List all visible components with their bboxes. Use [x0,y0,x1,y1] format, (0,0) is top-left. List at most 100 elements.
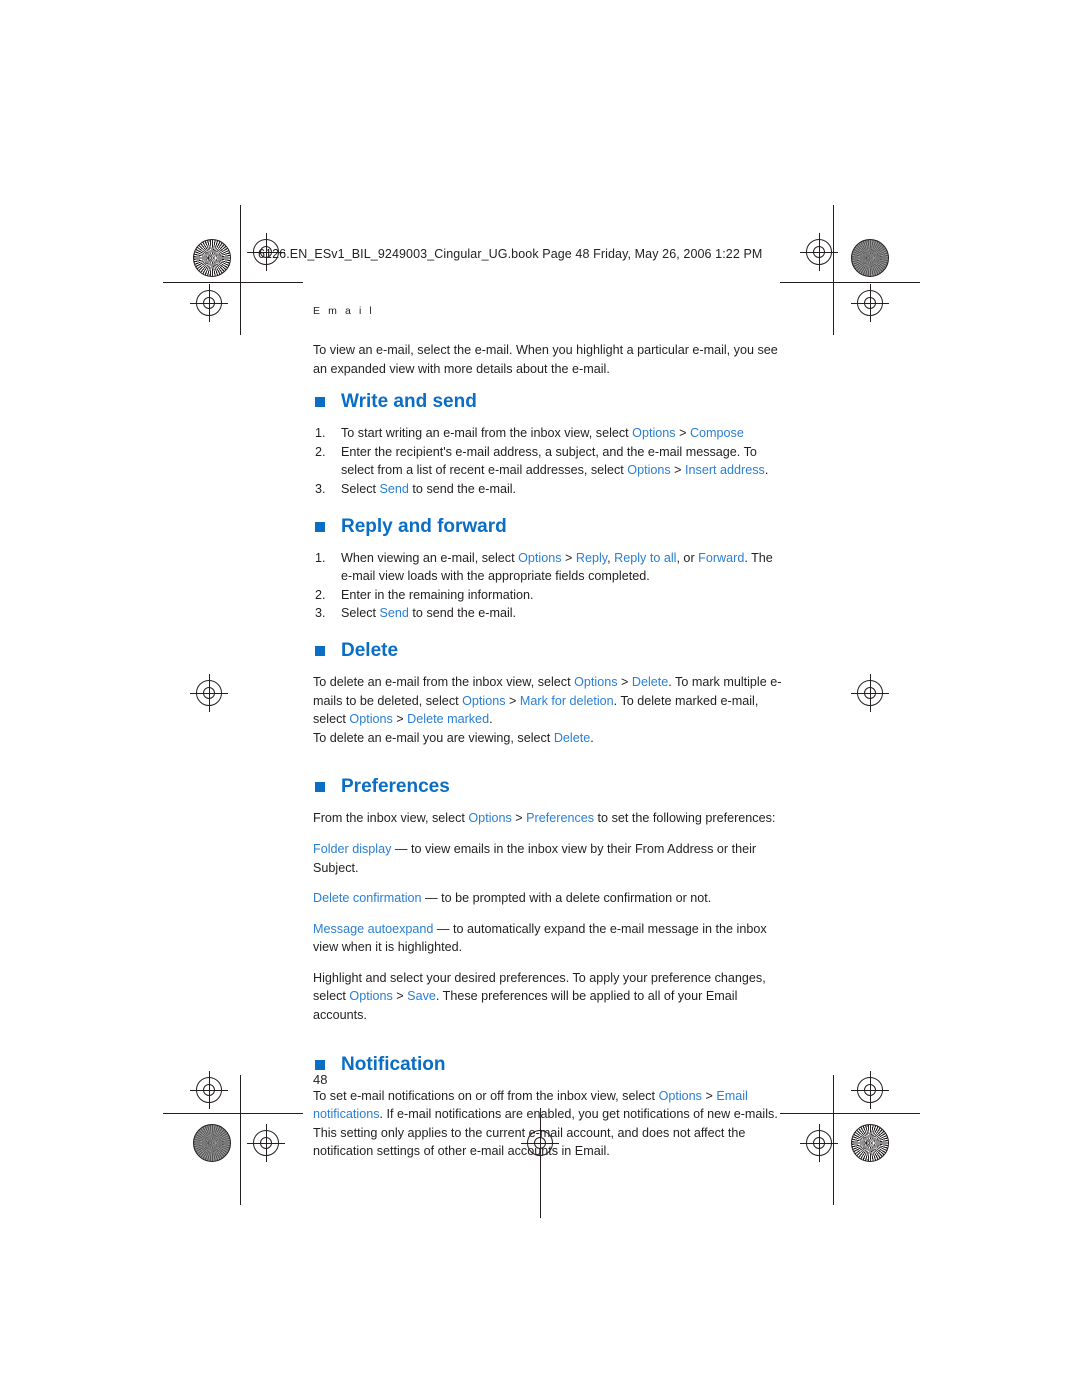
steps-reply-and-forward: 1. When viewing an e-mail, select Options… [313,549,783,623]
body-paragraph: Highlight and select your desired prefer… [313,969,783,1025]
square-bullet-icon [315,782,325,793]
starburst-mark-top-right [851,239,889,277]
body-text: > [392,712,408,727]
body-text: > [511,811,527,826]
body-paragraph: To delete an e-mail from the inbox view,… [313,673,783,729]
ui-term: Options [349,989,393,1004]
body-text: Select [341,606,380,621]
ui-term: Delete [631,674,669,689]
registration-mark-bottom-center-left [247,1124,285,1162]
list-item: 1. To start writing an e-mail from the in… [313,424,783,443]
body-text: To delete an e-mail you are viewing, sel… [313,730,554,745]
crop-line-bottom-horizontal-right [780,1113,920,1114]
registration-mark-right-upper [851,284,889,322]
square-bullet-icon [315,521,325,532]
body-text: — to be prompted with a delete confirmat… [421,891,712,906]
ui-term: Delete confirmation [313,891,422,906]
heading-preferences: Preferences [313,775,783,799]
ui-term: Options [518,550,562,565]
body-text: , or [676,550,699,565]
step-text: Select Send to send the e-mail. [341,606,516,620]
starburst-mark-top-left [193,239,231,277]
crop-line-left-vertical-bottom [240,1075,241,1205]
square-bullet-icon [315,1059,325,1070]
body-text: Enter in the remaining information. [341,587,534,602]
ui-term: Message autoexpand [313,921,434,936]
step-text: When viewing an e-mail, select Options >… [341,551,773,584]
ui-term: Options [574,674,618,689]
crop-line-top-horizontal-right [780,282,920,283]
section-write-and-send: Write and send 1. To start writing an e-m… [313,390,783,498]
registration-mark-right-middle [851,674,889,712]
body-text: > [670,463,686,478]
body-text: > [675,426,690,441]
body-paragraph: To set e-mail notifications on or off fr… [313,1087,783,1161]
step-text: Enter in the remaining information. [341,588,534,602]
body-paragraph: From the inbox view, select Options > Pr… [313,809,783,828]
ui-term: Save [407,989,436,1004]
section-notification: Notification To set e-mail notifications… [313,1053,783,1161]
ui-term: Preferences [526,811,595,826]
starburst-mark-bottom-right [851,1124,889,1162]
body-text: to send the e-mail. [408,481,517,496]
ui-term: Options [632,426,676,441]
intro-paragraph: To view an e-mail, select the e-mail. Wh… [313,343,778,376]
ui-term: Options [627,463,671,478]
list-item: 3. Select Send to send the e-mail. [313,480,783,499]
square-bullet-icon [315,397,325,408]
crop-line-right-vertical-top [833,205,834,335]
body-text: > [505,693,520,708]
book-header-line: 6126.EN_ESv1_BIL_9249003_Cingular_UG.boo… [258,247,763,261]
heading-text: Delete [341,639,399,661]
body-text: . [489,712,493,727]
heading-text: Write and send [341,391,477,413]
ui-term: Insert address [685,463,765,478]
heading-text: Preferences [341,776,450,798]
step-number: 1. [315,550,326,565]
list-item: 2. Enter in the remaining information. [313,586,783,605]
list-item: 2. Enter the recipient's e-mail address, … [313,443,783,480]
heading-notification: Notification [313,1053,783,1077]
square-bullet-icon [315,645,325,656]
ui-term: Options [658,1088,702,1103]
ui-term: Mark for deletion [519,693,614,708]
body-text: > [561,550,576,565]
body-text: To set e-mail notifications on or off fr… [313,1088,659,1103]
registration-mark-left-middle [190,674,228,712]
heading-write-and-send: Write and send [313,390,783,414]
section-delete: Delete To delete an e-mail from the inbo… [313,639,783,747]
step-text: Enter the recipient's e-mail address, a … [341,445,768,478]
step-number: 1. [315,426,326,441]
body-text: > [617,674,632,689]
body-text: > [392,989,408,1004]
step-number: 2. [315,587,326,602]
body-text: Select [341,481,380,496]
starburst-mark-bottom-left [193,1124,231,1162]
step-number: 3. [315,481,326,496]
body-paragraph: Delete confirmation — to be prompted wit… [313,889,783,908]
page-number: 48 [313,1072,328,1087]
section-preferences: Preferences From the inbox view, select … [313,775,783,1024]
body-text: > [701,1088,717,1103]
ui-term: Delete marked [407,712,490,727]
body-text: . [764,463,769,478]
heading-delete: Delete [313,639,783,663]
ui-term: Compose [689,426,744,441]
list-item: 1. When viewing an e-mail, select Options… [313,549,783,586]
crop-line-left-vertical-top [240,205,241,335]
body-text: To delete an e-mail from the inbox view,… [313,674,575,689]
ui-term: Reply to all [614,550,677,565]
list-item: 3. Select Send to send the e-mail. [313,604,783,623]
page-content: E m a i l To view an e-mail, select the … [313,305,783,1175]
crop-line-top-horizontal-left [163,282,303,283]
body-paragraph: To delete an e-mail you are viewing, sel… [313,729,783,748]
body-text: to send the e-mail. [408,606,517,621]
step-number: 2. [315,444,326,459]
registration-mark-left-lower [190,1071,228,1109]
registration-mark-left-upper [190,284,228,322]
ui-term: Forward [698,550,745,565]
registration-mark-bottom-center-right [800,1124,838,1162]
ui-term: Delete [553,730,591,745]
ui-term: Send [379,481,409,496]
ui-term: Reply [575,550,608,565]
